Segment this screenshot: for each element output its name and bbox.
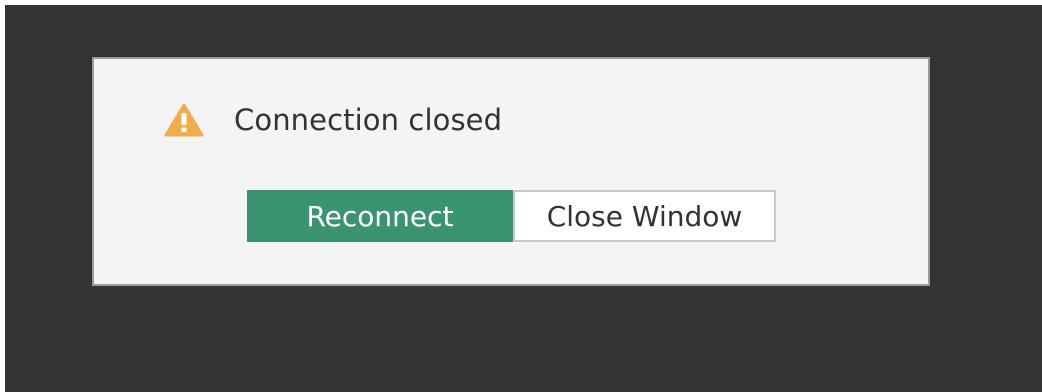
reconnect-button[interactable]: Reconnect xyxy=(247,190,513,242)
message-row: Connection closed xyxy=(164,97,502,143)
dialog-message: Connection closed xyxy=(234,103,503,137)
warning-icon xyxy=(164,103,204,137)
dialog-actions: Reconnect Close Window xyxy=(247,190,776,242)
connection-closed-dialog: Connection closed Reconnect Close Window xyxy=(92,57,930,286)
close-window-button[interactable]: Close Window xyxy=(513,190,776,242)
